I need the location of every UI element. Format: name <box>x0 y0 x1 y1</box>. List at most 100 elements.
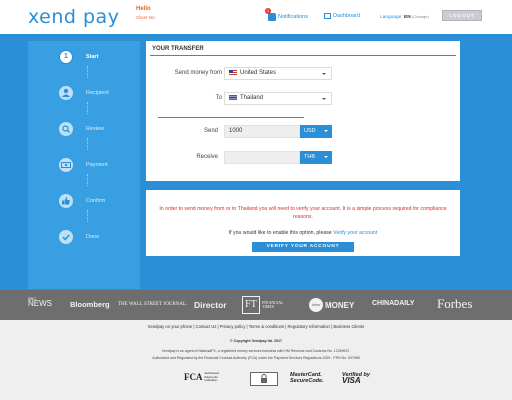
verification-card: In order to send money from or to Thaila… <box>146 190 460 256</box>
china-daily-logo: CHINADAILY <box>372 300 415 307</box>
header: xend pay Hello Client No: 1 Notification… <box>0 0 512 34</box>
step-label: Payment <box>86 162 108 168</box>
verify-account-link[interactable]: Verify your account <box>333 230 377 236</box>
ft-box: FT <box>242 296 260 314</box>
fca-sub-line: Institution <box>204 378 218 382</box>
step-review: Review <box>28 120 140 140</box>
notification-count-badge: 1 <box>265 8 271 14</box>
news-text: NEWS <box>28 298 52 308</box>
user-icon <box>59 86 73 100</box>
bbc-news-logo: BBC NEWS <box>28 296 52 308</box>
footer-link-regulatory[interactable]: Regulatory Information <box>288 324 330 329</box>
footer-link-business[interactable]: Business Clients <box>333 324 364 329</box>
to-country-value: Thailand <box>240 95 264 101</box>
legal-text: Xendpay is an agent of NationalFX, a reg… <box>0 348 512 362</box>
from-label: Send money from <box>174 70 222 76</box>
step-payment: Payment <box>28 156 140 176</box>
send-amount-input[interactable]: 1000 <box>224 125 300 138</box>
client-number: Client No: <box>136 15 156 20</box>
from-country-value: United States <box>240 70 277 76</box>
chevron-down-icon <box>324 130 328 132</box>
notifications-link[interactable]: 1 Notifications <box>265 8 308 21</box>
step-label: Review <box>86 126 105 132</box>
forbes-logo: Forbes <box>437 296 473 311</box>
step-start: 1 Start <box>28 48 140 68</box>
title-divider <box>150 55 456 56</box>
dashboard-label: Dashboard <box>333 13 360 19</box>
footer-link-contact[interactable]: Contact Us <box>196 324 217 329</box>
ideal-badge: ideal <box>309 298 323 312</box>
progress-steps: 1 Start Recipient Review Payment Confirm… <box>28 41 140 289</box>
mc-line: SecureCode. <box>290 378 324 384</box>
visa-line: VISA <box>342 376 361 385</box>
logout-button[interactable]: LOGOUT <box>442 10 482 21</box>
dashboard-icon <box>324 13 331 19</box>
receive-currency-select[interactable]: THB <box>300 151 332 164</box>
receive-currency-value: THB <box>304 154 315 160</box>
search-icon <box>59 122 73 136</box>
greeting: Hello <box>136 6 151 12</box>
step-label: Done <box>86 234 100 240</box>
ft-line2: TIMES <box>262 304 274 309</box>
dashboard-link[interactable]: Dashboard <box>324 13 360 19</box>
card-title: YOUR TRANSFER <box>152 46 204 52</box>
enable-message: If you would like to enable this option,… <box>152 230 454 236</box>
chevron-down-icon <box>324 156 328 158</box>
fca-badge: FCA Authorised Payments Institution <box>184 371 219 383</box>
language-selector[interactable]: Language: EN (Change) <box>380 14 429 20</box>
step-confirm: Confirm <box>28 192 140 212</box>
ft-text: FINANCIAL TIMES <box>262 300 284 310</box>
wsj-logo: THE WALL STREET JOURNAL. <box>118 302 188 307</box>
receive-amount-input[interactable] <box>224 151 300 164</box>
director-logo: Director <box>194 300 227 310</box>
step-label: Recipient <box>86 90 109 96</box>
language-code: EN <box>404 15 411 20</box>
ft-logo: FT FINANCIAL TIMES <box>242 296 284 314</box>
verified-by-visa-logo: Verified by VISA <box>342 372 370 385</box>
fca-subtext: Authorised Payments Institution <box>204 371 219 383</box>
verify-account-button[interactable]: VERIFY YOUR ACCOUNT <box>252 242 354 252</box>
send-label: Send <box>203 128 218 134</box>
language-change-link[interactable]: (Change) <box>412 14 429 19</box>
money-icon <box>59 158 73 172</box>
press-logos-bar: BBC NEWS Bloomberg THE WALL STREET JOURN… <box>0 290 512 320</box>
step-number-icon: 1 <box>59 50 73 64</box>
step-label: Confirm <box>86 198 106 204</box>
footer-links: Xendpay on your phone | Contact Us | Pri… <box>147 324 365 329</box>
bell-icon: 1 <box>265 8 276 21</box>
fca-text: FCA <box>184 372 203 383</box>
legal-line: Authorised and Regulated by the Financia… <box>152 356 360 360</box>
footer-link-terms[interactable]: Terms & conditions <box>249 324 284 329</box>
chevron-down-icon <box>322 98 326 100</box>
bloomberg-logo: Bloomberg <box>70 300 110 309</box>
xendpay-logo[interactable]: xend pay <box>28 6 119 28</box>
money-text: MONEY <box>325 300 355 310</box>
notifications-label: Notifications <box>278 14 308 20</box>
thumbs-up-icon <box>59 194 73 208</box>
check-icon <box>59 230 73 244</box>
step-done: Done <box>28 228 140 248</box>
mastercard-securecode-logo: MasterCard. SecureCode. <box>290 372 324 384</box>
footer-link-phone[interactable]: Xendpay on your phone <box>148 324 192 329</box>
to-label: To <box>215 95 222 101</box>
legal-line: Xendpay is an agent of NationalFX, a reg… <box>161 349 351 353</box>
secure-seal-icon <box>250 372 278 386</box>
send-currency-value: USD <box>304 128 316 134</box>
from-country-select[interactable]: United States <box>224 67 332 80</box>
copyright: © Copyright Xendpay ltd. 2017 <box>230 339 282 343</box>
receive-label: Receive <box>196 154 218 160</box>
step-recipient: Recipient <box>28 84 140 104</box>
chevron-down-icon <box>322 73 326 75</box>
footer-link-privacy[interactable]: Privacy policy <box>220 324 246 329</box>
thailand-flag-icon <box>229 94 237 100</box>
language-prefix: Language: <box>380 15 403 20</box>
enable-text: If you would like to enable this option,… <box>228 230 332 236</box>
transfer-card: YOUR TRANSFER Send money from United Sta… <box>146 41 460 181</box>
step-label: Start <box>86 54 99 60</box>
send-currency-select[interactable]: USD <box>300 125 332 138</box>
us-flag-icon <box>229 69 237 75</box>
ideal-money-logo: ideal MONEY <box>309 298 354 312</box>
to-country-select[interactable]: Thailand <box>224 92 332 105</box>
verification-warning: In order to send money from or to Thaila… <box>159 206 447 220</box>
section-divider <box>158 117 304 118</box>
